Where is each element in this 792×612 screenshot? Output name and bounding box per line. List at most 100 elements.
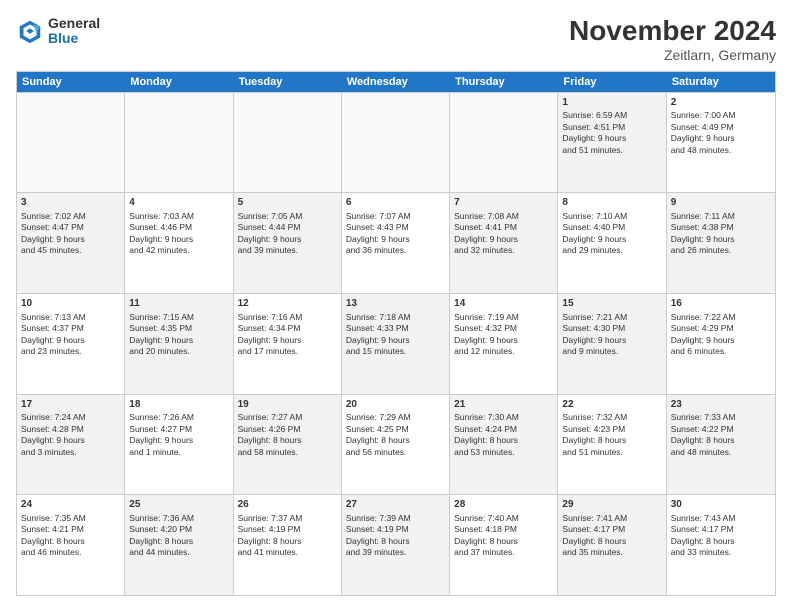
cell-content-line: Daylight: 9 hours <box>129 435 228 446</box>
cell-content-line: Sunset: 4:33 PM <box>346 323 445 334</box>
cell-content-line: Sunset: 4:51 PM <box>562 122 661 133</box>
cal-cell-3-2: 11Sunrise: 7:15 AMSunset: 4:35 PMDayligh… <box>125 294 233 394</box>
cell-content-line: Sunrise: 7:15 AM <box>129 312 228 323</box>
cell-content-line: Sunset: 4:38 PM <box>671 222 771 233</box>
calendar-row-1: 1Sunrise: 6:59 AMSunset: 4:51 PM Daylight… <box>17 92 775 193</box>
cell-content-line: Daylight: 8 hours <box>346 435 445 446</box>
cell-content-line: Sunset: 4:35 PM <box>129 323 228 334</box>
cal-cell-1-7: 2Sunrise: 7:00 AMSunset: 4:49 PMDaylight… <box>667 93 775 193</box>
cell-content-line: Daylight: 9 hours <box>238 234 337 245</box>
day-number: 25 <box>129 498 228 512</box>
cell-content-line: Sunset: 4:49 PM <box>671 122 771 133</box>
cal-cell-3-6: 15Sunrise: 7:21 AMSunset: 4:30 PMDayligh… <box>558 294 666 394</box>
cell-content-line: Sunset: 4:22 PM <box>671 424 771 435</box>
cell-content-line: Daylight: 9 hours <box>562 234 661 245</box>
header-monday: Monday <box>125 72 233 92</box>
cell-content-line: Daylight: 9 hours <box>562 335 661 346</box>
calendar-row-4: 17Sunrise: 7:24 AMSunset: 4:28 PMDayligh… <box>17 394 775 495</box>
cell-content-line: Sunset: 4:20 PM <box>129 524 228 535</box>
cal-cell-2-1: 3Sunrise: 7:02 AMSunset: 4:47 PMDaylight… <box>17 193 125 293</box>
cell-content-line: Daylight: 8 hours <box>238 435 337 446</box>
cell-content-line: and 26 minutes. <box>671 245 771 256</box>
cell-content-line: and 15 minutes. <box>346 346 445 357</box>
cell-content-line: Daylight: 9 hours <box>238 335 337 346</box>
cell-content-line: Daylight: 9 hours <box>129 234 228 245</box>
cell-content-line: Sunset: 4:29 PM <box>671 323 771 334</box>
calendar: Sunday Monday Tuesday Wednesday Thursday… <box>16 71 776 596</box>
cell-content-line: Daylight: 9 hours <box>21 234 120 245</box>
cell-content-line: and 48 minutes. <box>671 447 771 458</box>
cell-content-line: Sunset: 4:27 PM <box>129 424 228 435</box>
day-number: 21 <box>454 398 553 412</box>
cell-content-line: Sunset: 4:44 PM <box>238 222 337 233</box>
cal-cell-2-7: 9Sunrise: 7:11 AMSunset: 4:38 PMDaylight… <box>667 193 775 293</box>
cell-content-line: Sunrise: 6:59 AM <box>562 110 661 121</box>
cell-content-line: and 33 minutes. <box>671 547 771 558</box>
cell-content-line: Sunrise: 7:22 AM <box>671 312 771 323</box>
cell-content-line: Sunrise: 7:32 AM <box>562 412 661 423</box>
cell-content-line: Sunset: 4:34 PM <box>238 323 337 334</box>
cell-content-line: Sunrise: 7:29 AM <box>346 412 445 423</box>
day-number: 22 <box>562 398 661 412</box>
logo-blue: Blue <box>48 31 100 46</box>
cal-cell-5-5: 28Sunrise: 7:40 AMSunset: 4:18 PMDayligh… <box>450 495 558 595</box>
cell-content-line: Daylight: 9 hours <box>671 133 771 144</box>
cell-content-line: Sunrise: 7:21 AM <box>562 312 661 323</box>
cal-cell-4-7: 23Sunrise: 7:33 AMSunset: 4:22 PMDayligh… <box>667 395 775 495</box>
cell-content-line: Sunrise: 7:00 AM <box>671 110 771 121</box>
cell-content-line: Sunset: 4:19 PM <box>238 524 337 535</box>
cell-content-line: Sunset: 4:17 PM <box>562 524 661 535</box>
day-number: 1 <box>562 96 661 110</box>
cell-content-line: Daylight: 9 hours <box>671 234 771 245</box>
cell-content-line: Sunrise: 7:16 AM <box>238 312 337 323</box>
cal-cell-1-5 <box>450 93 558 193</box>
cal-cell-4-5: 21Sunrise: 7:30 AMSunset: 4:24 PMDayligh… <box>450 395 558 495</box>
calendar-title: November 2024 <box>569 16 776 47</box>
cell-content-line: Daylight: 8 hours <box>671 536 771 547</box>
cell-content-line: Daylight: 9 hours <box>21 335 120 346</box>
cell-content-line: Daylight: 9 hours <box>21 435 120 446</box>
cell-content-line: Sunset: 4:46 PM <box>129 222 228 233</box>
logo-general: General <box>48 16 100 31</box>
cell-content-line: and 36 minutes. <box>346 245 445 256</box>
day-number: 7 <box>454 196 553 210</box>
day-number: 16 <box>671 297 771 311</box>
cell-content-line: Sunrise: 7:41 AM <box>562 513 661 524</box>
page: General Blue November 2024 Zeitlarn, Ger… <box>0 0 792 612</box>
cell-content-line: Sunrise: 7:10 AM <box>562 211 661 222</box>
day-number: 18 <box>129 398 228 412</box>
cell-content-line: and 39 minutes. <box>238 245 337 256</box>
cal-cell-2-3: 5Sunrise: 7:05 AMSunset: 4:44 PMDaylight… <box>234 193 342 293</box>
cell-content-line: Sunrise: 7:11 AM <box>671 211 771 222</box>
day-number: 4 <box>129 196 228 210</box>
cell-content-line: and 51 minutes. <box>562 447 661 458</box>
cell-content-line: Sunrise: 7:03 AM <box>129 211 228 222</box>
cal-cell-4-2: 18Sunrise: 7:26 AMSunset: 4:27 PMDayligh… <box>125 395 233 495</box>
cell-content-line: and 20 minutes. <box>129 346 228 357</box>
cal-cell-1-6: 1Sunrise: 6:59 AMSunset: 4:51 PMDaylight… <box>558 93 666 193</box>
cal-cell-5-1: 24Sunrise: 7:35 AMSunset: 4:21 PMDayligh… <box>17 495 125 595</box>
day-number: 19 <box>238 398 337 412</box>
day-number: 30 <box>671 498 771 512</box>
cell-content-line: and 35 minutes. <box>562 547 661 558</box>
cell-content-line: Sunrise: 7:33 AM <box>671 412 771 423</box>
cell-content-line: Sunset: 4:17 PM <box>671 524 771 535</box>
header-friday: Friday <box>558 72 666 92</box>
day-number: 6 <box>346 196 445 210</box>
cal-cell-2-2: 4Sunrise: 7:03 AMSunset: 4:46 PMDaylight… <box>125 193 233 293</box>
header-tuesday: Tuesday <box>234 72 342 92</box>
cell-content-line: Daylight: 9 hours <box>346 335 445 346</box>
cal-cell-3-1: 10Sunrise: 7:13 AMSunset: 4:37 PMDayligh… <box>17 294 125 394</box>
day-number: 9 <box>671 196 771 210</box>
header-sunday: Sunday <box>17 72 125 92</box>
cell-content-line: Sunrise: 7:19 AM <box>454 312 553 323</box>
day-number: 10 <box>21 297 120 311</box>
logo-icon <box>16 17 44 45</box>
cell-content-line: and 6 minutes. <box>671 346 771 357</box>
header: General Blue November 2024 Zeitlarn, Ger… <box>16 16 776 63</box>
cell-content-line: Daylight: 8 hours <box>21 536 120 547</box>
cal-cell-4-6: 22Sunrise: 7:32 AMSunset: 4:23 PMDayligh… <box>558 395 666 495</box>
day-number: 20 <box>346 398 445 412</box>
cell-content-line: Daylight: 8 hours <box>671 435 771 446</box>
cell-content-line: Daylight: 9 hours <box>346 234 445 245</box>
